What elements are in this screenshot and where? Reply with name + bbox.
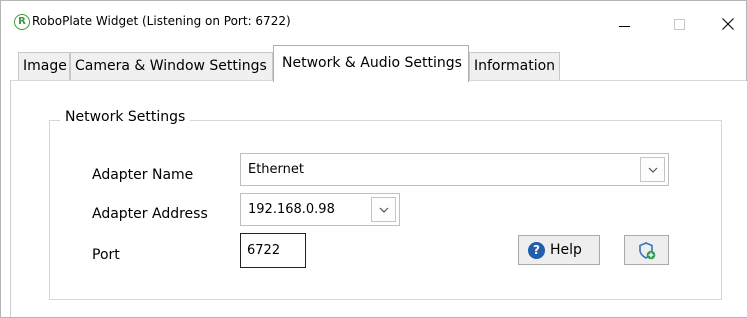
network-settings-heading: Network Settings <box>60 109 191 125</box>
port-value: 6722 <box>247 243 281 258</box>
tab-strip: Image Camera & Window Settings Network &… <box>1 45 746 82</box>
adapter-name-label: Adapter Name <box>92 167 194 183</box>
close-button[interactable] <box>705 1 747 45</box>
tab-information[interactable]: Information <box>469 52 560 80</box>
network-audio-page: Network Settings Adapter Name Ethernet A… <box>10 81 747 317</box>
shield-add-icon <box>639 242 656 260</box>
port-label: Port <box>92 247 120 263</box>
tab-camera-window-settings[interactable]: Camera & Window Settings <box>70 52 273 80</box>
port-input[interactable]: 6722 <box>240 233 306 268</box>
maximize-button[interactable] <box>656 1 702 45</box>
adapter-address-label: Adapter Address <box>92 206 208 222</box>
adapter-address-value: 192.168.0.98 <box>248 202 335 217</box>
question-icon: ? <box>528 242 545 259</box>
adapter-name-dropdown[interactable]: Ethernet <box>240 153 669 186</box>
maximize-icon <box>674 19 685 30</box>
app-window: R RoboPlate Widget (Listening on Port: 6… <box>0 0 747 318</box>
window-title: RoboPlate Widget (Listening on Port: 672… <box>32 14 291 28</box>
minimize-button[interactable] <box>601 1 647 45</box>
shield-add-button[interactable] <box>624 235 669 265</box>
tab-network-audio-settings[interactable]: Network & Audio Settings <box>273 45 469 82</box>
close-icon <box>722 18 734 30</box>
adapter-name-dropdown-button[interactable] <box>640 157 665 182</box>
app-logo-icon: R <box>14 14 30 30</box>
adapter-address-dropdown-button[interactable] <box>371 197 396 222</box>
adapter-name-value: Ethernet <box>248 162 304 177</box>
adapter-address-dropdown[interactable]: 192.168.0.98 <box>240 193 400 226</box>
minimize-icon <box>619 26 630 27</box>
chevron-down-icon <box>379 207 389 213</box>
help-button-label: Help <box>550 242 582 258</box>
chevron-down-icon <box>648 167 658 173</box>
title-bar[interactable]: R RoboPlate Widget (Listening on Port: 6… <box>1 1 746 45</box>
help-button[interactable]: ? Help <box>518 235 600 265</box>
tab-image[interactable]: Image <box>18 52 70 80</box>
